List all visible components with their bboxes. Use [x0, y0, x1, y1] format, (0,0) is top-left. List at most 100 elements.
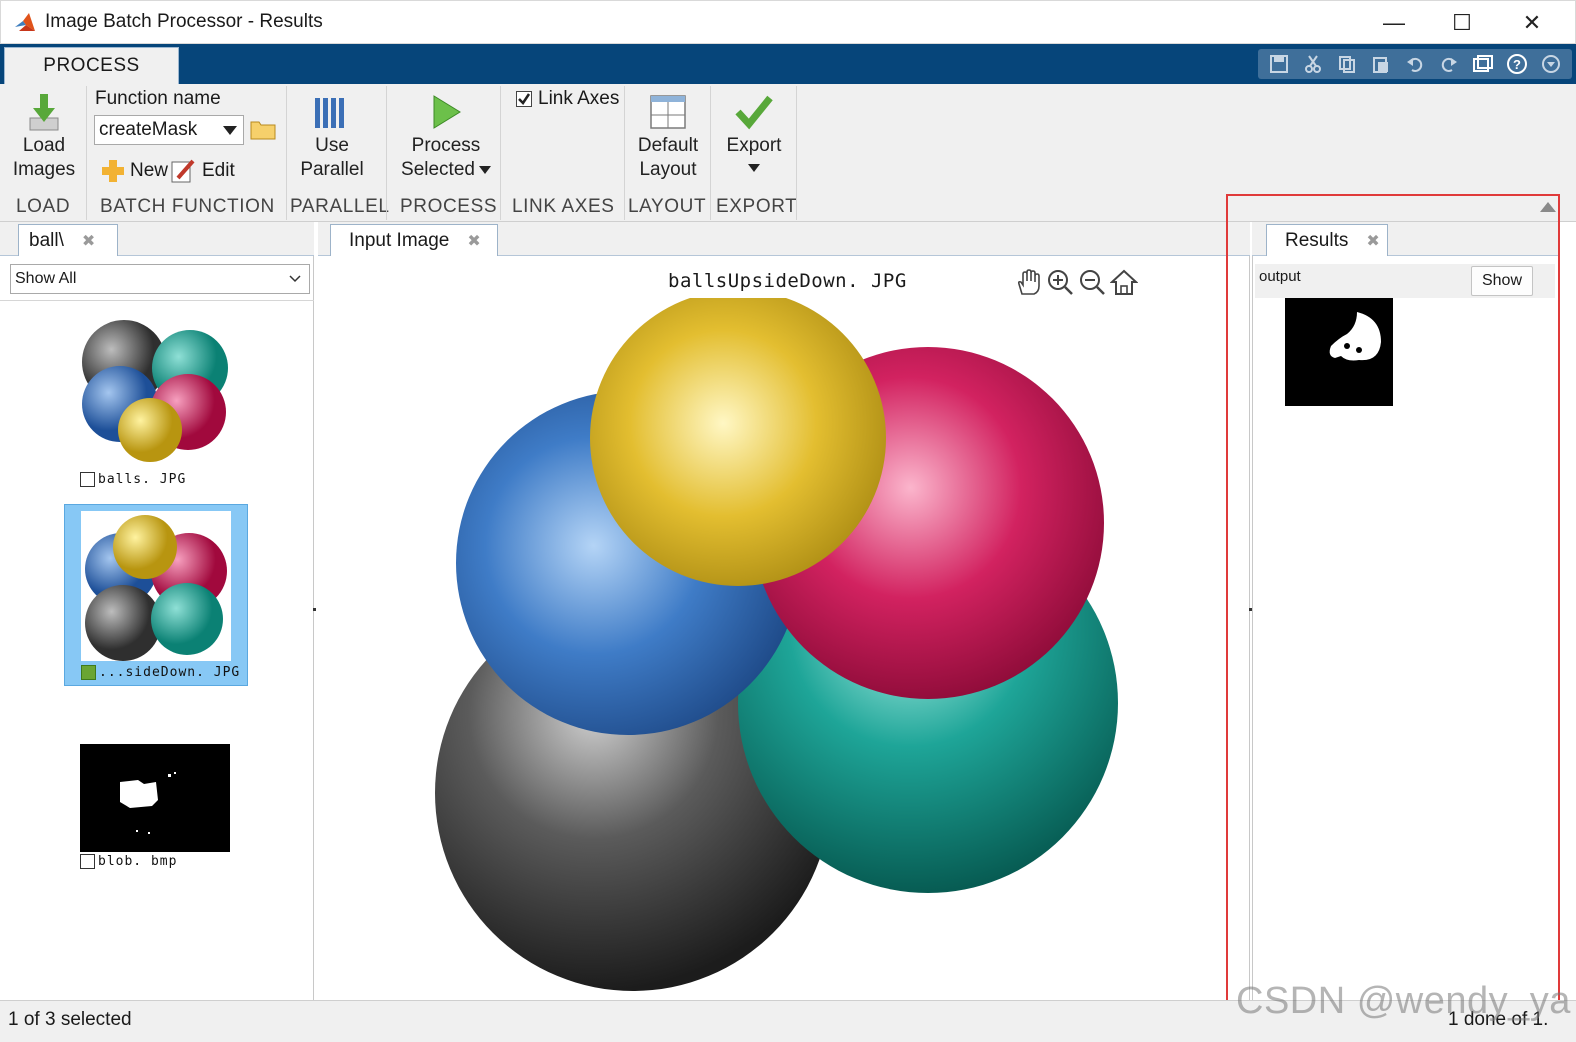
matlab-logo-icon: [15, 13, 35, 31]
tab-input-image[interactable]: Input Image ✖: [330, 224, 498, 257]
function-name-dropdown[interactable]: createMask: [94, 115, 244, 145]
thumbnail-image-balls-upside-down: [85, 515, 227, 661]
edit-function-button[interactable]: Edit: [170, 158, 235, 184]
folder-icon[interactable]: [250, 118, 276, 140]
chevron-down-icon: [289, 275, 301, 283]
play-icon: [433, 95, 461, 129]
thumbnail-label: balls. JPG: [80, 472, 186, 487]
thumbnail-filename: balls. JPG: [98, 472, 187, 487]
parallel-bars-icon: [315, 98, 344, 128]
folder-tab-label: ball\: [29, 230, 64, 251]
ribbon-separator: [386, 86, 387, 220]
chevron-down-icon: [748, 164, 760, 172]
ribbon-separator: [286, 86, 287, 220]
section-batch-function: BATCH FUNCTION: [100, 196, 275, 217]
tab-process[interactable]: PROCESS: [4, 47, 179, 84]
thumbnail-label: blob. bmp: [80, 854, 177, 869]
close-tab-icon[interactable]: ✖: [467, 231, 480, 251]
pan-hand-icon[interactable]: [1014, 268, 1042, 296]
layout-grid-icon: [650, 95, 686, 129]
link-axes-checkbox[interactable]: Link Axes: [516, 88, 619, 110]
section-load: LOAD: [16, 196, 71, 217]
ribbon-tab-strip: PROCESS ?: [0, 44, 1576, 84]
section-process: PROCESS: [400, 196, 498, 217]
input-image-panel: ballsUpsideDown. JPG: [318, 256, 1250, 1000]
section-layout: LAYOUT: [628, 196, 707, 217]
processed-checkbox[interactable]: [80, 854, 95, 869]
ribbon-separator: [86, 86, 87, 220]
save-icon[interactable]: [1264, 51, 1294, 77]
default-layout-button[interactable]: Default Layout: [632, 92, 704, 182]
image-title: ballsUpsideDown. JPG: [668, 270, 907, 292]
function-name-value: createMask: [99, 119, 198, 140]
export-button[interactable]: Export: [720, 92, 788, 172]
home-restore-view-icon[interactable]: [1110, 268, 1138, 296]
splitter-handle[interactable]: [313, 608, 316, 611]
axes-toolbar: [1014, 268, 1138, 296]
process-label-2: Selected: [401, 159, 475, 180]
processed-checkbox[interactable]: [80, 472, 95, 487]
thumbnail-image-balls: [82, 320, 228, 462]
results-panel: output Show: [1252, 256, 1558, 1000]
new-function-button[interactable]: New: [100, 158, 168, 184]
process-selected-button[interactable]: Process Selected: [398, 92, 494, 182]
process-label-1: Process: [411, 135, 481, 156]
right-panel-tabbar: Results ✖: [1252, 222, 1558, 257]
thumbnail-item-selected[interactable]: ...sideDown. JPG: [64, 504, 248, 686]
chevron-down-icon: [223, 126, 237, 135]
edit-label: Edit: [202, 160, 235, 181]
thumbnail-label: ...sideDown. JPG: [81, 665, 240, 680]
default-layout-label-2: Layout: [639, 159, 697, 180]
results-tab-label: Results: [1285, 230, 1349, 251]
tab-results[interactable]: Results ✖: [1266, 224, 1388, 257]
quick-access-toolbar: ?: [1258, 49, 1572, 79]
section-parallel: PARALLEL: [290, 196, 390, 217]
export-checkmark-icon: [735, 95, 773, 130]
filter-value: Show All: [15, 270, 77, 287]
section-link-axes: LINK AXES: [512, 196, 615, 217]
help-icon[interactable]: ?: [1502, 51, 1532, 77]
thumbnail-item[interactable]: balls. JPG: [68, 308, 248, 494]
maximize-button[interactable]: ☐: [1439, 7, 1485, 39]
redo-icon[interactable]: [1434, 51, 1464, 77]
zoom-out-icon[interactable]: [1078, 268, 1106, 296]
close-tab-icon[interactable]: ✖: [82, 231, 95, 251]
ribbon-separator: [624, 86, 625, 220]
filter-dropdown[interactable]: Show All: [10, 264, 310, 294]
copy-icon[interactable]: [1332, 51, 1362, 77]
default-layout-label-1: Default: [637, 135, 699, 156]
switch-windows-icon[interactable]: [1468, 51, 1498, 77]
title-bar: Image Batch Processor - Results — ☐ ✕: [0, 0, 1576, 44]
undo-icon[interactable]: [1400, 51, 1430, 77]
ribbon-toolstrip: Load Images LOAD Function name createMas…: [0, 84, 1576, 222]
dropdown-menu-icon[interactable]: [1536, 51, 1566, 77]
plus-icon: [102, 160, 124, 182]
input-image-balls-upside-down: [435, 298, 1118, 991]
collapse-ribbon-icon[interactable]: [1540, 200, 1556, 212]
center-panel-tabbar: Input Image ✖: [318, 222, 1250, 257]
ribbon-separator: [796, 86, 797, 220]
paste-icon[interactable]: [1366, 51, 1396, 77]
watermark: CSDN @wendy_ya: [1236, 980, 1571, 1022]
use-parallel-label-1: Use: [315, 135, 349, 156]
use-parallel-button[interactable]: Use Parallel: [294, 92, 370, 182]
function-name-label: Function name: [95, 88, 221, 109]
use-parallel-label-2: Parallel: [300, 159, 364, 180]
ribbon-separator: [710, 86, 711, 220]
close-button[interactable]: ✕: [1509, 7, 1555, 39]
show-result-button[interactable]: Show: [1471, 266, 1533, 296]
close-tab-icon[interactable]: ✖: [1366, 231, 1379, 251]
cut-icon[interactable]: [1298, 51, 1328, 77]
thumbnail-panel: Show All balls. JPG ...sideDown. JPG blo…: [0, 256, 314, 1000]
load-images-label-2: Images: [12, 159, 76, 180]
new-label: New: [130, 160, 169, 181]
load-images-button[interactable]: Load Images: [8, 92, 80, 182]
thumbnail-item[interactable]: blob. bmp: [68, 740, 248, 880]
tab-ball-folder[interactable]: ball\ ✖: [18, 224, 118, 257]
minimize-button[interactable]: —: [1371, 7, 1417, 39]
thumbnail-image-blob: [80, 744, 230, 852]
thumbnail-filename: blob. bmp: [98, 854, 178, 869]
load-images-icon: [29, 94, 59, 131]
chevron-down-icon: [478, 166, 491, 174]
zoom-in-icon[interactable]: [1046, 268, 1074, 296]
